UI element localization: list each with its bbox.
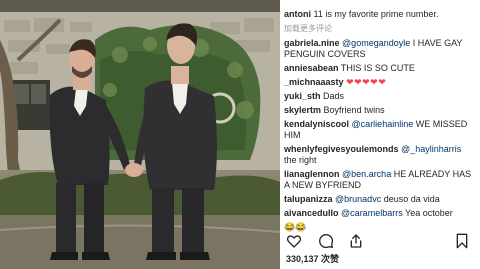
caption-username[interactable]: antoni [284,9,311,19]
caption-text: 11 is my favorite prime number. [313,9,439,19]
comment-username[interactable]: aivancedullo [284,208,339,218]
comment-username[interactable]: yuki_sth [284,91,321,101]
bookmark-icon[interactable] [454,233,470,249]
likes-number: 330,137 [286,254,319,264]
post-action-bar [284,233,476,250]
comment-item: whenlyfegivesyoulemonds @_haylinharris t… [284,144,476,166]
comment-item: gabriela.nine @gomegandoyle I HAVE GAY P… [284,38,476,60]
comment-text: THIS IS SO CUTE [340,63,415,73]
comment-bubble-icon[interactable] [318,233,334,249]
comment-mention[interactable]: @carliehainline [352,119,414,129]
comment-username[interactable]: gabriela.nine [284,38,340,48]
heart-icon[interactable] [286,233,302,249]
comment-username[interactable]: skylertm [284,105,321,115]
comment-item: lianaglennon @ben.archa HE ALREADY HAS A… [284,169,476,191]
laughing-emoji-icon: 😂😂 [284,222,307,232]
comment-text: Dads [323,91,345,101]
comment-mention[interactable]: @ben.archa [342,169,391,179]
photo-illustration [0,0,280,269]
post-photo[interactable] [0,0,280,269]
comment-username[interactable]: anniesabean [284,63,339,73]
post-caption: antoni 11 is my favorite prime number. [284,9,476,20]
comment-mention[interactable]: @brunadvc [335,194,381,204]
share-upload-icon[interactable] [348,233,364,249]
comment-item: _michnaaasty ❤❤❤❤❤ [284,77,476,88]
comment-item: anniesabean THIS IS SO CUTE [284,63,476,74]
comment-item: 😂😂 [284,222,476,233]
heart-emoji-icon: ❤❤❤❤❤ [346,77,387,87]
comments-panel: antoni 11 is my favorite prime number. 加… [284,0,480,269]
comment-text: Yea october [402,208,453,218]
comment-item: aivancedullo @caramelbarrs Yea october [284,208,476,219]
comment-text: deuso da vida [381,194,440,204]
comment-item: yuki_sth Dads [284,91,476,102]
comment-item: skylertm Boyfriend twins [284,105,476,116]
comment-mention[interactable]: @caramelbarrs [341,208,403,218]
comment-mention[interactable]: @_haylinharris [401,144,461,154]
comment-item: kendalyniscool @carliehainline WE MISSED… [284,119,476,141]
comment-text: Boyfriend twins [323,105,385,115]
comments-list: antoni 11 is my favorite prime number. 加… [284,9,476,236]
comment-text: the right [284,155,317,165]
load-more-comments-link[interactable]: 加载更多评论 [284,23,476,34]
comment-username[interactable]: kendalyniscool [284,119,349,129]
likes-suffix: 次赞 [318,254,340,264]
comment-mention[interactable]: @gomegandoyle [342,38,410,48]
comment-item: talupanizza @brunadvc deuso da vida [284,194,476,205]
likes-count[interactable]: 330,137 次赞 [286,254,339,265]
comment-username[interactable]: talupanizza [284,194,333,204]
comment-username[interactable]: lianaglennon [284,169,340,179]
comment-username[interactable]: whenlyfegivesyoulemonds [284,144,399,154]
comment-username[interactable]: _michnaaasty [284,77,344,87]
